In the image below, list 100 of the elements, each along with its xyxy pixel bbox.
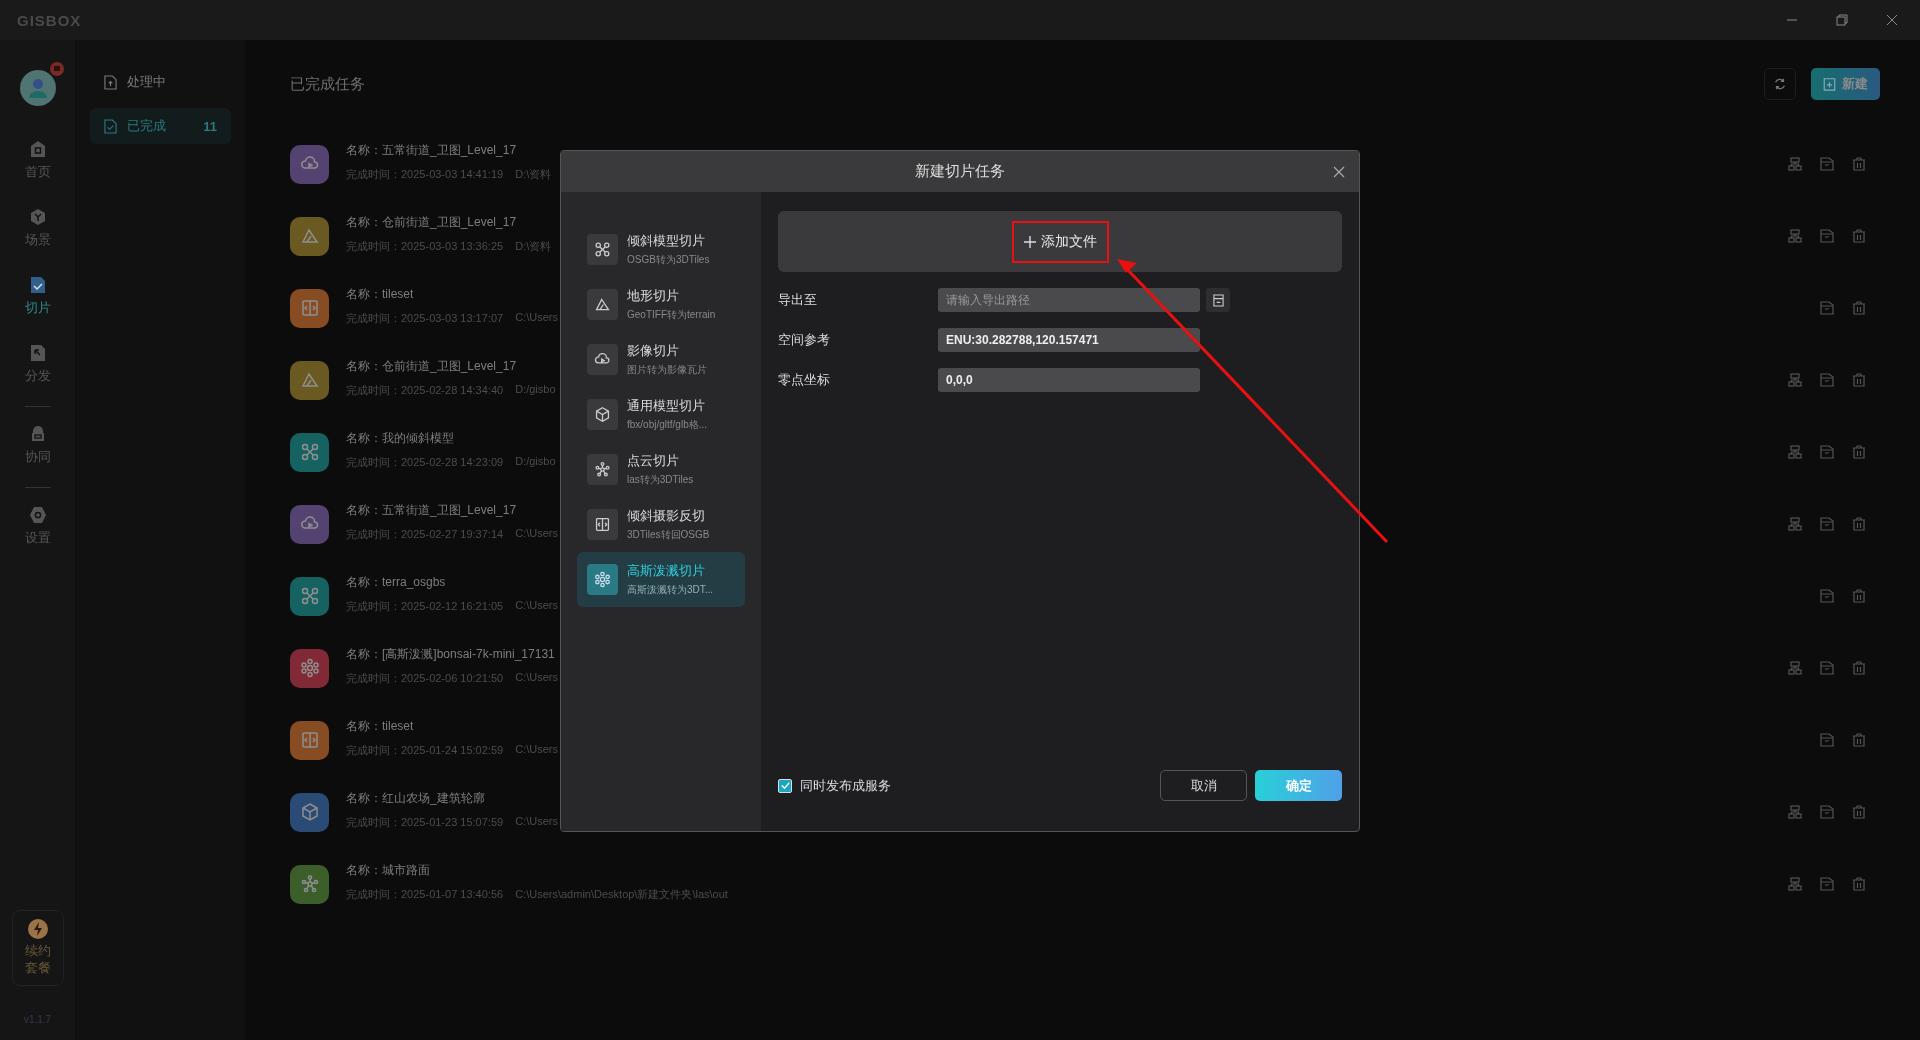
output-path: C:\Users — [515, 311, 558, 325]
task-name: 名称：仓前街道_卫图_Level_17 — [346, 214, 518, 231]
task-type-icon — [290, 360, 329, 400]
user-avatar[interactable] — [19, 70, 56, 106]
delete-icon[interactable] — [1852, 877, 1866, 891]
add-file-button[interactable]: 添加文件 — [778, 211, 1342, 272]
task-name: 名称：红山农场_建筑轮廓 — [346, 790, 486, 807]
task-name: 名称：五常街道_卫图_Level_17 — [346, 142, 518, 159]
output-path: D:\资料 — [515, 239, 552, 254]
output-path: C:\Users — [515, 599, 558, 613]
sitemap-icon[interactable] — [1788, 229, 1802, 243]
archive-icon[interactable] — [1820, 373, 1834, 387]
output-path: D:/gisbo — [515, 383, 556, 397]
output-path: C:\Users — [515, 743, 558, 757]
plus-icon — [1023, 235, 1036, 248]
sitemap-icon[interactable] — [1788, 445, 1802, 459]
task-filter-tab[interactable]: 已完成 11 — [90, 108, 231, 144]
task-name: 名称：tileset — [346, 286, 415, 303]
tile-type-item[interactable]: 影像切片 图片转为影像瓦片 — [577, 332, 745, 387]
archive-icon[interactable] — [1820, 805, 1834, 819]
lightning-icon — [27, 919, 48, 940]
input-field[interactable]: 0,0,0 — [938, 368, 1200, 392]
archive-icon[interactable] — [1820, 877, 1834, 891]
delete-icon[interactable] — [1852, 373, 1866, 387]
delete-icon[interactable] — [1852, 445, 1866, 459]
publish-service-checkbox[interactable]: 同时发布成服务 — [778, 776, 891, 795]
task-filter-tab[interactable]: 处理中 — [90, 64, 231, 100]
tile-type-icon — [594, 571, 611, 588]
add-document-icon — [1823, 77, 1836, 91]
task-name: 名称：仓前街道_卫图_Level_17 — [346, 358, 518, 375]
delete-icon[interactable] — [1852, 229, 1866, 243]
archive-icon[interactable] — [1820, 301, 1834, 315]
task-name: 名称：[高斯泼溅]bonsai-7k-mini_17131 — [346, 646, 556, 663]
input-field[interactable]: 请输入导出路径 — [938, 288, 1200, 312]
dialog-title: 新建切片任务 — [915, 162, 1005, 181]
task-name: 名称：我的倾斜模型 — [346, 430, 455, 447]
document-icon — [1212, 293, 1224, 307]
task-name: 名称：tileset — [346, 718, 415, 735]
delete-icon[interactable] — [1852, 301, 1866, 315]
sitemap-icon[interactable] — [1788, 157, 1802, 171]
delete-icon[interactable] — [1852, 733, 1866, 747]
task-name: 名称：terra_osgbs — [346, 574, 447, 591]
output-path: D:\资料 — [515, 167, 552, 182]
archive-icon[interactable] — [1820, 229, 1834, 243]
archive-icon[interactable] — [1820, 733, 1834, 747]
settings-icon — [28, 506, 47, 524]
browse-button[interactable] — [1206, 288, 1230, 312]
tile-type-item[interactable]: 通用模型切片 fbx/obj/gltf/glb格... — [577, 387, 745, 442]
output-path: C:\Users — [515, 815, 558, 829]
close-icon[interactable] — [1886, 14, 1898, 26]
tile-type-item[interactable]: 高斯泼溅切片 高斯泼溅转为3DT... — [577, 552, 745, 607]
archive-icon[interactable] — [1820, 661, 1834, 675]
field-label: 导出至 — [778, 291, 818, 309]
scene-icon — [28, 208, 47, 226]
sitemap-icon[interactable] — [1788, 661, 1802, 675]
delete-icon[interactable] — [1852, 661, 1866, 675]
output-path: C:\Users — [515, 671, 558, 685]
tile-type-item[interactable]: 地形切片 GeoTIFF转为terrain — [577, 277, 745, 332]
archive-icon[interactable] — [1820, 445, 1834, 459]
delete-icon[interactable] — [1852, 157, 1866, 171]
tile-type-icon — [594, 516, 611, 533]
delete-icon[interactable] — [1852, 589, 1866, 603]
task-type-icon — [290, 432, 329, 472]
delete-icon[interactable] — [1852, 517, 1866, 531]
document-check-icon — [104, 118, 117, 134]
sitemap-icon[interactable] — [1788, 373, 1802, 387]
refresh-button[interactable] — [1764, 68, 1796, 100]
input-field[interactable]: ENU:30.282788,120.157471 — [938, 328, 1200, 352]
home-icon — [28, 140, 47, 158]
task-type-icon — [290, 288, 329, 328]
archive-icon[interactable] — [1820, 517, 1834, 531]
tile-type-item[interactable]: 倾斜模型切片 OSGB转为3DTiles — [577, 222, 745, 277]
tile-type-icon — [594, 406, 611, 423]
task-name: 名称：五常街道_卫图_Level_17 — [346, 502, 518, 519]
delete-icon[interactable] — [1852, 805, 1866, 819]
task-type-icon — [290, 504, 329, 544]
task-type-icon — [290, 576, 329, 616]
cancel-button[interactable]: 取消 — [1160, 770, 1247, 801]
output-path: C:\Users — [515, 527, 558, 541]
task-type-icon — [290, 144, 329, 184]
tile-type-icon — [594, 296, 611, 313]
tile-type-item[interactable]: 点云切片 las转为3DTiles — [577, 442, 745, 497]
sitemap-icon[interactable] — [1788, 877, 1802, 891]
notification-badge-icon — [49, 62, 64, 76]
tile-type-icon — [594, 241, 611, 258]
close-icon[interactable] — [1333, 165, 1345, 178]
archive-icon[interactable] — [1820, 589, 1834, 603]
task-type-icon — [290, 720, 329, 760]
task-type-icon — [290, 216, 329, 256]
sitemap-icon[interactable] — [1788, 517, 1802, 531]
sitemap-icon[interactable] — [1788, 805, 1802, 819]
share-icon — [28, 344, 47, 362]
checkmark-icon — [779, 780, 791, 791]
page-title: 已完成任务 — [290, 74, 365, 94]
nav-item[interactable]: 切片 — [24, 276, 51, 344]
tile-type-item[interactable]: 倾斜摄影反切 3DTiles转回OSGB — [577, 497, 745, 552]
field-label: 零点坐标 — [778, 371, 831, 389]
archive-icon[interactable] — [1820, 157, 1834, 171]
task-name: 名称：城市路面 — [346, 862, 431, 879]
restore-icon[interactable] — [1836, 14, 1848, 26]
